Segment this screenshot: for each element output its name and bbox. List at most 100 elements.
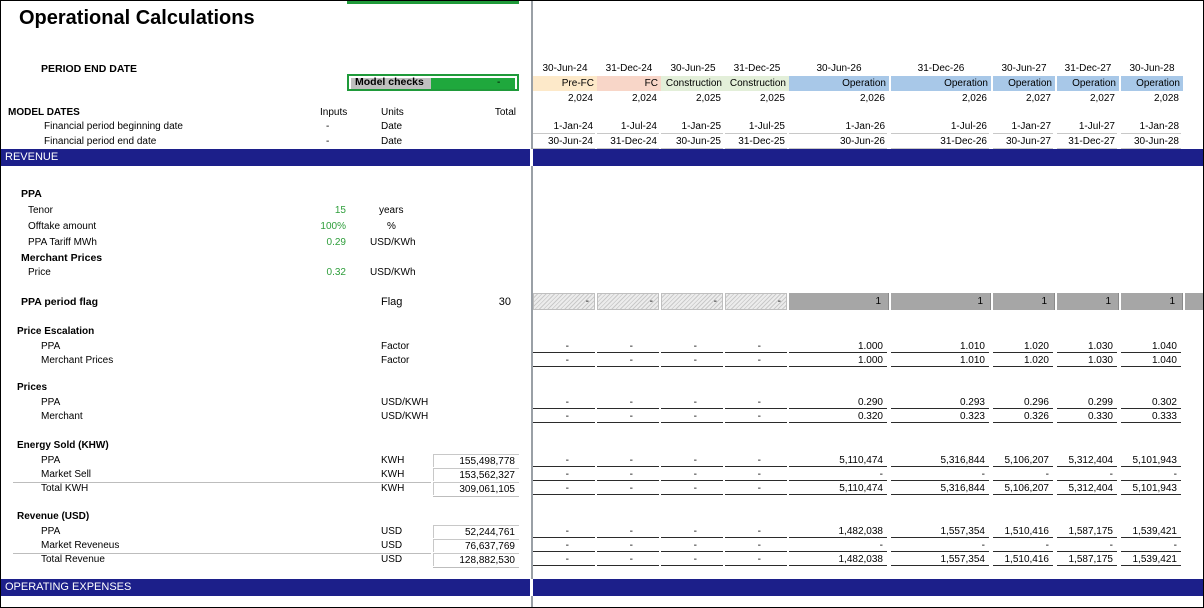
row-cell-5: - (891, 539, 989, 552)
row-cell-2: - (661, 553, 723, 566)
end-date-8: 30-Jun-28 (1133, 136, 1179, 147)
row-unit: KWH (381, 469, 405, 480)
flag-value-4: 1 (875, 296, 881, 307)
row-cell-7: 1,587,175 (1057, 553, 1117, 566)
begin-date-5: 1-Jul-26 (950, 121, 987, 132)
offtake-unit: % (387, 221, 396, 232)
period-end-date-6: 30-Jun-27 (1001, 63, 1047, 74)
total-row-line (433, 496, 519, 497)
row-label: Merchant Prices (41, 355, 114, 366)
phase-label-3: Construction (725, 76, 789, 91)
total-row-line (433, 567, 519, 568)
row-cell-3: - (725, 410, 787, 423)
row-unit: USD (381, 540, 403, 551)
row-cell-5: - (891, 468, 989, 481)
row-cell-2: - (661, 468, 723, 481)
period-end-date-4: 30-Jun-26 (816, 63, 862, 74)
tariff-unit: USD/KWh (370, 237, 416, 248)
phase-label-2: Construction (661, 76, 725, 91)
year-6: 2,027 (1025, 93, 1051, 104)
selected-cell-edge (347, 1, 519, 4)
row-cell-1: - (597, 396, 659, 409)
fin-period-begin-label: Financial period beginning date (44, 121, 183, 132)
tariff-input[interactable]: 0.29 (301, 237, 346, 248)
phase-label-6: Operation (993, 76, 1055, 91)
row-cell-1: - (597, 539, 659, 552)
end-date-3: 31-Dec-25 (738, 136, 785, 147)
fin-period-end-label: Financial period end date (44, 136, 157, 147)
band-divider (530, 149, 533, 166)
row-unit: KWH (381, 455, 405, 466)
tenor-input[interactable]: 15 (301, 205, 346, 216)
row-cell-5: 1,557,354 (891, 525, 989, 538)
block-heading-0: Price Escalation (17, 326, 95, 337)
row-cell-3: - (725, 482, 787, 495)
period-end-date-3: 31-Dec-25 (733, 63, 781, 74)
flag-value-1: - (649, 296, 653, 307)
row-label: PPA (41, 341, 61, 352)
price-input[interactable]: 0.32 (301, 267, 346, 278)
phase-label-4: Operation (789, 76, 889, 91)
phase-label-1: FC (597, 76, 661, 91)
phase-label-8: Operation (1121, 76, 1183, 91)
row-cell-3: - (725, 525, 787, 538)
fin-begin-unit: Date (381, 121, 403, 132)
row-cell-5: 1,557,354 (891, 553, 989, 566)
row-cell-6: 0.296 (993, 396, 1053, 409)
block-heading-3: Revenue (USD) (17, 511, 90, 522)
row-cell-8: 1.040 (1121, 340, 1181, 353)
row-cell-2: - (661, 410, 723, 423)
year-0: 2,024 (567, 93, 593, 104)
end-date-5: 31-Dec-26 (940, 136, 987, 147)
date-row-line (993, 133, 1053, 134)
row-cell-2: - (661, 354, 723, 367)
row-cell-2: - (661, 539, 723, 552)
flag-value-5: 1 (977, 296, 983, 307)
row-cell-7: - (1057, 468, 1117, 481)
phase-label-7: Operation (1057, 76, 1119, 91)
date-row-line (725, 133, 787, 134)
total-row-line (13, 482, 431, 483)
flag-value-0: - (585, 296, 589, 307)
begin-date-6: 1-Jan-27 (1011, 121, 1051, 132)
row-cell-1: - (597, 410, 659, 423)
row-cell-4: 1,482,038 (789, 525, 887, 538)
revenue-section-title: REVENUE (5, 151, 59, 163)
row-label: Total KWH (41, 483, 89, 494)
flag-value-7: 1 (1105, 296, 1111, 307)
period-end-date-2: 30-Jun-25 (670, 63, 716, 74)
offtake-input[interactable]: 100% (301, 221, 346, 232)
row-cell-8: - (1121, 468, 1181, 481)
row-cell-5: 0.293 (891, 396, 989, 409)
row-label: PPA (41, 455, 61, 466)
end-date-4: 30-Jun-26 (839, 136, 885, 147)
period-end-date-label: PERIOD END DATE (41, 63, 138, 75)
revenue-section-band: REVENUE (1, 149, 1203, 166)
end-date-0: 30-Jun-24 (547, 136, 593, 147)
flag-value-2: - (713, 296, 717, 307)
row-cell-6: - (993, 468, 1053, 481)
period-end-date-8: 30-Jun-28 (1129, 63, 1175, 74)
ppa-period-flag-label: PPA period flag (21, 296, 99, 308)
fin-begin-inputs: - (326, 121, 330, 132)
flag-cell-overflow (1185, 293, 1203, 310)
year-5: 2,026 (961, 93, 987, 104)
date-row-line (661, 133, 723, 134)
period-end-date-1: 31-Dec-24 (605, 63, 653, 74)
row-cell-8: 5,101,943 (1121, 482, 1181, 495)
phase-label-0: Pre-FC (533, 76, 597, 91)
row-cell-0: - (533, 539, 595, 552)
row-cell-4: 1.000 (789, 340, 887, 353)
model-checks-cell[interactable]: Model checks - (347, 74, 519, 91)
end-date-2: 30-Jun-25 (675, 136, 721, 147)
row-cell-8: 1,539,421 (1121, 525, 1181, 538)
begin-date-3: 1-Jul-25 (748, 121, 785, 132)
year-1: 2,024 (631, 93, 657, 104)
flag-value-3: - (777, 296, 781, 307)
row-cell-4: 1,482,038 (789, 553, 887, 566)
row-unit: USD (381, 526, 403, 537)
row-cell-3: - (725, 340, 787, 353)
row-label: PPA (41, 526, 61, 537)
price-unit: USD/KWh (370, 267, 416, 278)
date-row-line (1121, 133, 1181, 134)
